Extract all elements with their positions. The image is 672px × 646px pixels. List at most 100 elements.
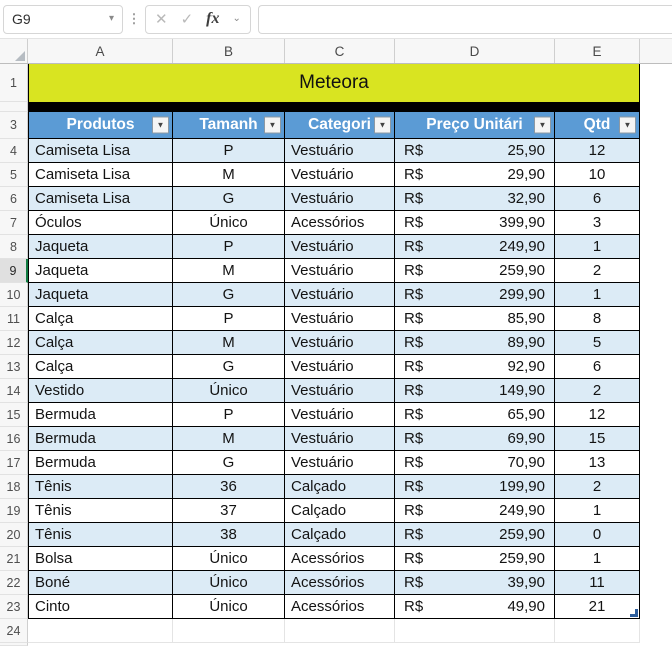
- cell-tamanho[interactable]: Único: [173, 379, 285, 403]
- cell-preco-unitario[interactable]: R$ 85,90: [395, 307, 555, 331]
- empty-cell[interactable]: [173, 619, 285, 643]
- cell-produto[interactable]: Cinto: [28, 595, 173, 619]
- cell-categoria[interactable]: Vestuário: [285, 259, 395, 283]
- cell-preco-unitario[interactable]: R$ 92,90: [395, 355, 555, 379]
- cell-qtd[interactable]: 6: [555, 187, 640, 211]
- cell-tamanho[interactable]: 36: [173, 475, 285, 499]
- insert-function-icon[interactable]: fx: [206, 10, 219, 28]
- cell-qtd[interactable]: 12: [555, 403, 640, 427]
- cell-tamanho[interactable]: M: [173, 331, 285, 355]
- filter-dropdown-icon[interactable]: ▼: [619, 116, 636, 134]
- row-header[interactable]: 19: [0, 499, 28, 523]
- cell-produto[interactable]: Camiseta Lisa: [28, 187, 173, 211]
- cell-produto[interactable]: Camiseta Lisa: [28, 163, 173, 187]
- row-header[interactable]: 3: [0, 112, 28, 139]
- cell-preco-unitario[interactable]: R$ 65,90: [395, 403, 555, 427]
- cell-tamanho[interactable]: 38: [173, 523, 285, 547]
- cell-qtd[interactable]: 6: [555, 355, 640, 379]
- cell-tamanho[interactable]: G: [173, 283, 285, 307]
- cell-qtd[interactable]: 2: [555, 259, 640, 283]
- cell-qtd[interactable]: 1: [555, 283, 640, 307]
- cell-produto[interactable]: Jaqueta: [28, 235, 173, 259]
- cell-categoria[interactable]: Vestuário: [285, 235, 395, 259]
- cell-preco-unitario[interactable]: R$ 32,90: [395, 187, 555, 211]
- cell-qtd[interactable]: 10: [555, 163, 640, 187]
- cell-produto[interactable]: Tênis: [28, 499, 173, 523]
- cell-produto[interactable]: Óculos: [28, 211, 173, 235]
- column-header-C[interactable]: C: [285, 39, 395, 63]
- cell-preco-unitario[interactable]: R$ 69,90: [395, 427, 555, 451]
- column-header-A[interactable]: A: [28, 39, 173, 63]
- filter-dropdown-icon[interactable]: ▼: [264, 116, 281, 134]
- cell-qtd[interactable]: 1: [555, 547, 640, 571]
- cell-categoria[interactable]: Calçado: [285, 523, 395, 547]
- cell-categoria[interactable]: Acessórios: [285, 571, 395, 595]
- cell-tamanho[interactable]: G: [173, 187, 285, 211]
- row-header[interactable]: 16: [0, 427, 28, 451]
- cell-categoria[interactable]: Vestuário: [285, 403, 395, 427]
- column-header-B[interactable]: B: [173, 39, 285, 63]
- formula-input[interactable]: [257, 4, 672, 34]
- cell-categoria[interactable]: Acessórios: [285, 547, 395, 571]
- row-header[interactable]: 6: [0, 187, 28, 211]
- cell-preco-unitario[interactable]: R$ 199,90: [395, 475, 555, 499]
- row-header[interactable]: 7: [0, 211, 28, 235]
- cell-categoria[interactable]: Vestuário: [285, 163, 395, 187]
- select-all-button[interactable]: [0, 39, 28, 63]
- black-separator-band[interactable]: [28, 102, 640, 112]
- cell-qtd[interactable]: 3: [555, 211, 640, 235]
- cell-categoria[interactable]: Vestuário: [285, 139, 395, 163]
- cell-tamanho[interactable]: M: [173, 259, 285, 283]
- empty-cell[interactable]: [285, 619, 395, 643]
- cell-qtd[interactable]: 0: [555, 523, 640, 547]
- cell-categoria[interactable]: Vestuário: [285, 307, 395, 331]
- cell-qtd[interactable]: 13: [555, 451, 640, 475]
- cell-categoria[interactable]: Vestuário: [285, 355, 395, 379]
- row-header[interactable]: 10: [0, 283, 28, 307]
- cell-tamanho[interactable]: Único: [173, 211, 285, 235]
- row-header[interactable]: 22: [0, 571, 28, 595]
- cell-produto[interactable]: Calça: [28, 355, 173, 379]
- empty-cell[interactable]: [395, 619, 555, 643]
- cell-categoria[interactable]: Vestuário: [285, 283, 395, 307]
- cell-produto[interactable]: Boné: [28, 571, 173, 595]
- cell-preco-unitario[interactable]: R$ 399,90: [395, 211, 555, 235]
- header-cell-produtos[interactable]: Produtos ▼: [28, 112, 173, 139]
- cell-categoria[interactable]: Calçado: [285, 475, 395, 499]
- row-header[interactable]: 14: [0, 379, 28, 403]
- cell-tamanho[interactable]: P: [173, 403, 285, 427]
- row-header[interactable]: 15: [0, 403, 28, 427]
- cell-qtd[interactable]: 5: [555, 331, 640, 355]
- name-box[interactable]: G9 ▾: [3, 4, 123, 34]
- cell-qtd[interactable]: 2: [555, 475, 640, 499]
- cell-preco-unitario[interactable]: R$ 89,90: [395, 331, 555, 355]
- row-header[interactable]: 9: [0, 259, 28, 283]
- column-header-E[interactable]: E: [555, 39, 640, 63]
- header-cell-tamanho[interactable]: Tamanh ▼: [173, 112, 285, 139]
- cell-qtd[interactable]: 11: [555, 571, 640, 595]
- filter-dropdown-icon[interactable]: ▼: [534, 116, 551, 134]
- cell-produto[interactable]: Calça: [28, 331, 173, 355]
- cell-preco-unitario[interactable]: R$ 259,90: [395, 259, 555, 283]
- cell-produto[interactable]: Bermuda: [28, 403, 173, 427]
- cell-qtd[interactable]: 21: [555, 595, 640, 619]
- cell-qtd[interactable]: 8: [555, 307, 640, 331]
- row-header[interactable]: 4: [0, 139, 28, 163]
- cancel-icon[interactable]: ✕: [155, 12, 168, 27]
- table-resize-handle[interactable]: [630, 609, 638, 617]
- cell-tamanho[interactable]: P: [173, 235, 285, 259]
- cell-produto[interactable]: Jaqueta: [28, 259, 173, 283]
- cell-categoria[interactable]: Calçado: [285, 499, 395, 523]
- row-header[interactable]: 5: [0, 163, 28, 187]
- cell-preco-unitario[interactable]: R$ 259,90: [395, 523, 555, 547]
- cell-categoria[interactable]: Vestuário: [285, 451, 395, 475]
- cell-preco-unitario[interactable]: R$ 299,90: [395, 283, 555, 307]
- cell-preco-unitario[interactable]: R$ 39,90: [395, 571, 555, 595]
- chevron-down-icon[interactable]: ⌄: [232, 14, 240, 24]
- cell-tamanho[interactable]: G: [173, 451, 285, 475]
- cell-categoria[interactable]: Vestuário: [285, 187, 395, 211]
- cell-tamanho[interactable]: Único: [173, 571, 285, 595]
- cell-tamanho[interactable]: G: [173, 355, 285, 379]
- row-header[interactable]: 13: [0, 355, 28, 379]
- cell-categoria[interactable]: Vestuário: [285, 427, 395, 451]
